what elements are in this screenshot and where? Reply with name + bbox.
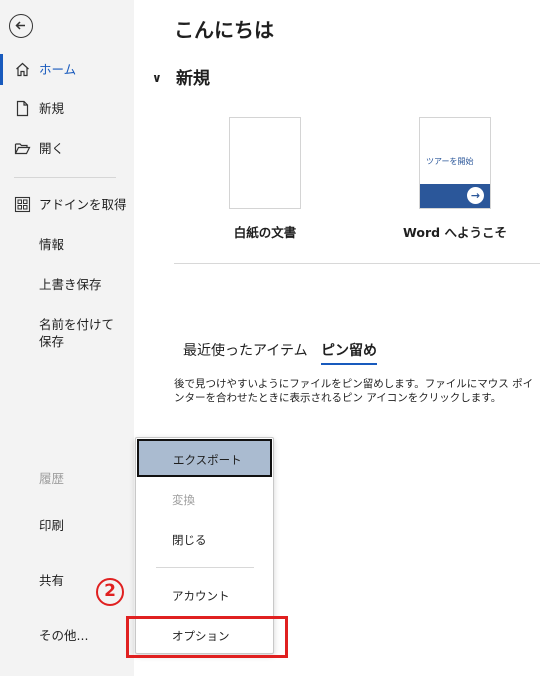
tab-pinned[interactable]: ピン留め <box>321 340 377 365</box>
backstage-nav: ホーム 新規 開く アドインを取得 情報 上書き保存 名前を付けて保存 履歴 印… <box>0 0 134 676</box>
grid-icon <box>14 196 31 213</box>
sidebar-item-addins[interactable]: アドインを取得 <box>0 196 134 213</box>
sidebar-item-label: その他... <box>39 628 89 643</box>
sidebar-item-label: ホーム <box>39 62 77 77</box>
sidebar-item-label: 印刷 <box>39 518 65 533</box>
sidebar-item-save-as[interactable]: 名前を付けて保存 <box>0 316 124 350</box>
folder-open-icon <box>14 143 31 155</box>
sidebar-item-label: 新規 <box>39 101 65 116</box>
back-button[interactable] <box>9 14 33 38</box>
home-icon <box>16 62 29 77</box>
sidebar-item-label: 名前を付けて保存 <box>39 317 115 349</box>
arrow-right-icon: → <box>467 187 484 204</box>
sidebar-item-history: 履歴 <box>0 470 134 487</box>
page-title: こんにちは <box>174 18 274 42</box>
sidebar-item-open[interactable]: 開く <box>0 140 134 157</box>
template-welcome-word[interactable]: ツアーを開始 → <box>419 117 491 209</box>
annotation-highlight-box <box>126 616 288 658</box>
sidebar-item-label: 共有 <box>39 573 65 588</box>
new-document-icon <box>16 100 29 117</box>
sidebar-item-info[interactable]: 情報 <box>0 236 134 253</box>
sidebar-item-new[interactable]: 新規 <box>0 100 134 117</box>
template-thumb-text: ツアーを開始 <box>426 157 474 166</box>
sidebar-item-label: 上書き保存 <box>39 277 102 292</box>
arrow-left-icon <box>15 21 25 30</box>
menu-item-close[interactable]: 閉じる <box>136 532 273 548</box>
menu-item-export[interactable]: エクスポート <box>137 439 272 477</box>
menu-item-transform: 変換 <box>172 493 195 507</box>
tab-recent[interactable]: 最近使ったアイテム <box>183 340 308 360</box>
sidebar-item-home[interactable]: ホーム <box>0 54 134 85</box>
menu-item-account[interactable]: アカウント <box>136 588 273 604</box>
template-label: 白紙の文書 <box>233 225 297 240</box>
template-blank-document[interactable] <box>229 117 301 209</box>
sidebar-item-label: 情報 <box>39 237 65 252</box>
step-number-badge: 2 <box>96 578 124 606</box>
menu-divider <box>156 567 254 568</box>
nav-divider <box>14 177 116 178</box>
chevron-down-icon: ∨ <box>152 71 162 85</box>
sidebar-item-print[interactable]: 印刷 <box>0 517 134 534</box>
sidebar-item-label: 開く <box>39 141 65 156</box>
new-section-title: 新規 <box>176 69 210 89</box>
sidebar-item-label: 履歴 <box>39 471 65 486</box>
template-label: Word へようこそ <box>403 225 507 240</box>
sidebar-item-more[interactable]: その他... <box>0 627 134 644</box>
sidebar-item-label: アドインを取得 <box>39 197 127 212</box>
pinned-description: 後で見つけやすいようにファイルをピン留めします。ファイルにマウス ポインターを合… <box>174 378 534 404</box>
section-divider <box>174 263 540 264</box>
sidebar-item-save[interactable]: 上書き保存 <box>0 276 134 293</box>
new-section-header[interactable]: ∨ 新規 <box>152 64 210 89</box>
